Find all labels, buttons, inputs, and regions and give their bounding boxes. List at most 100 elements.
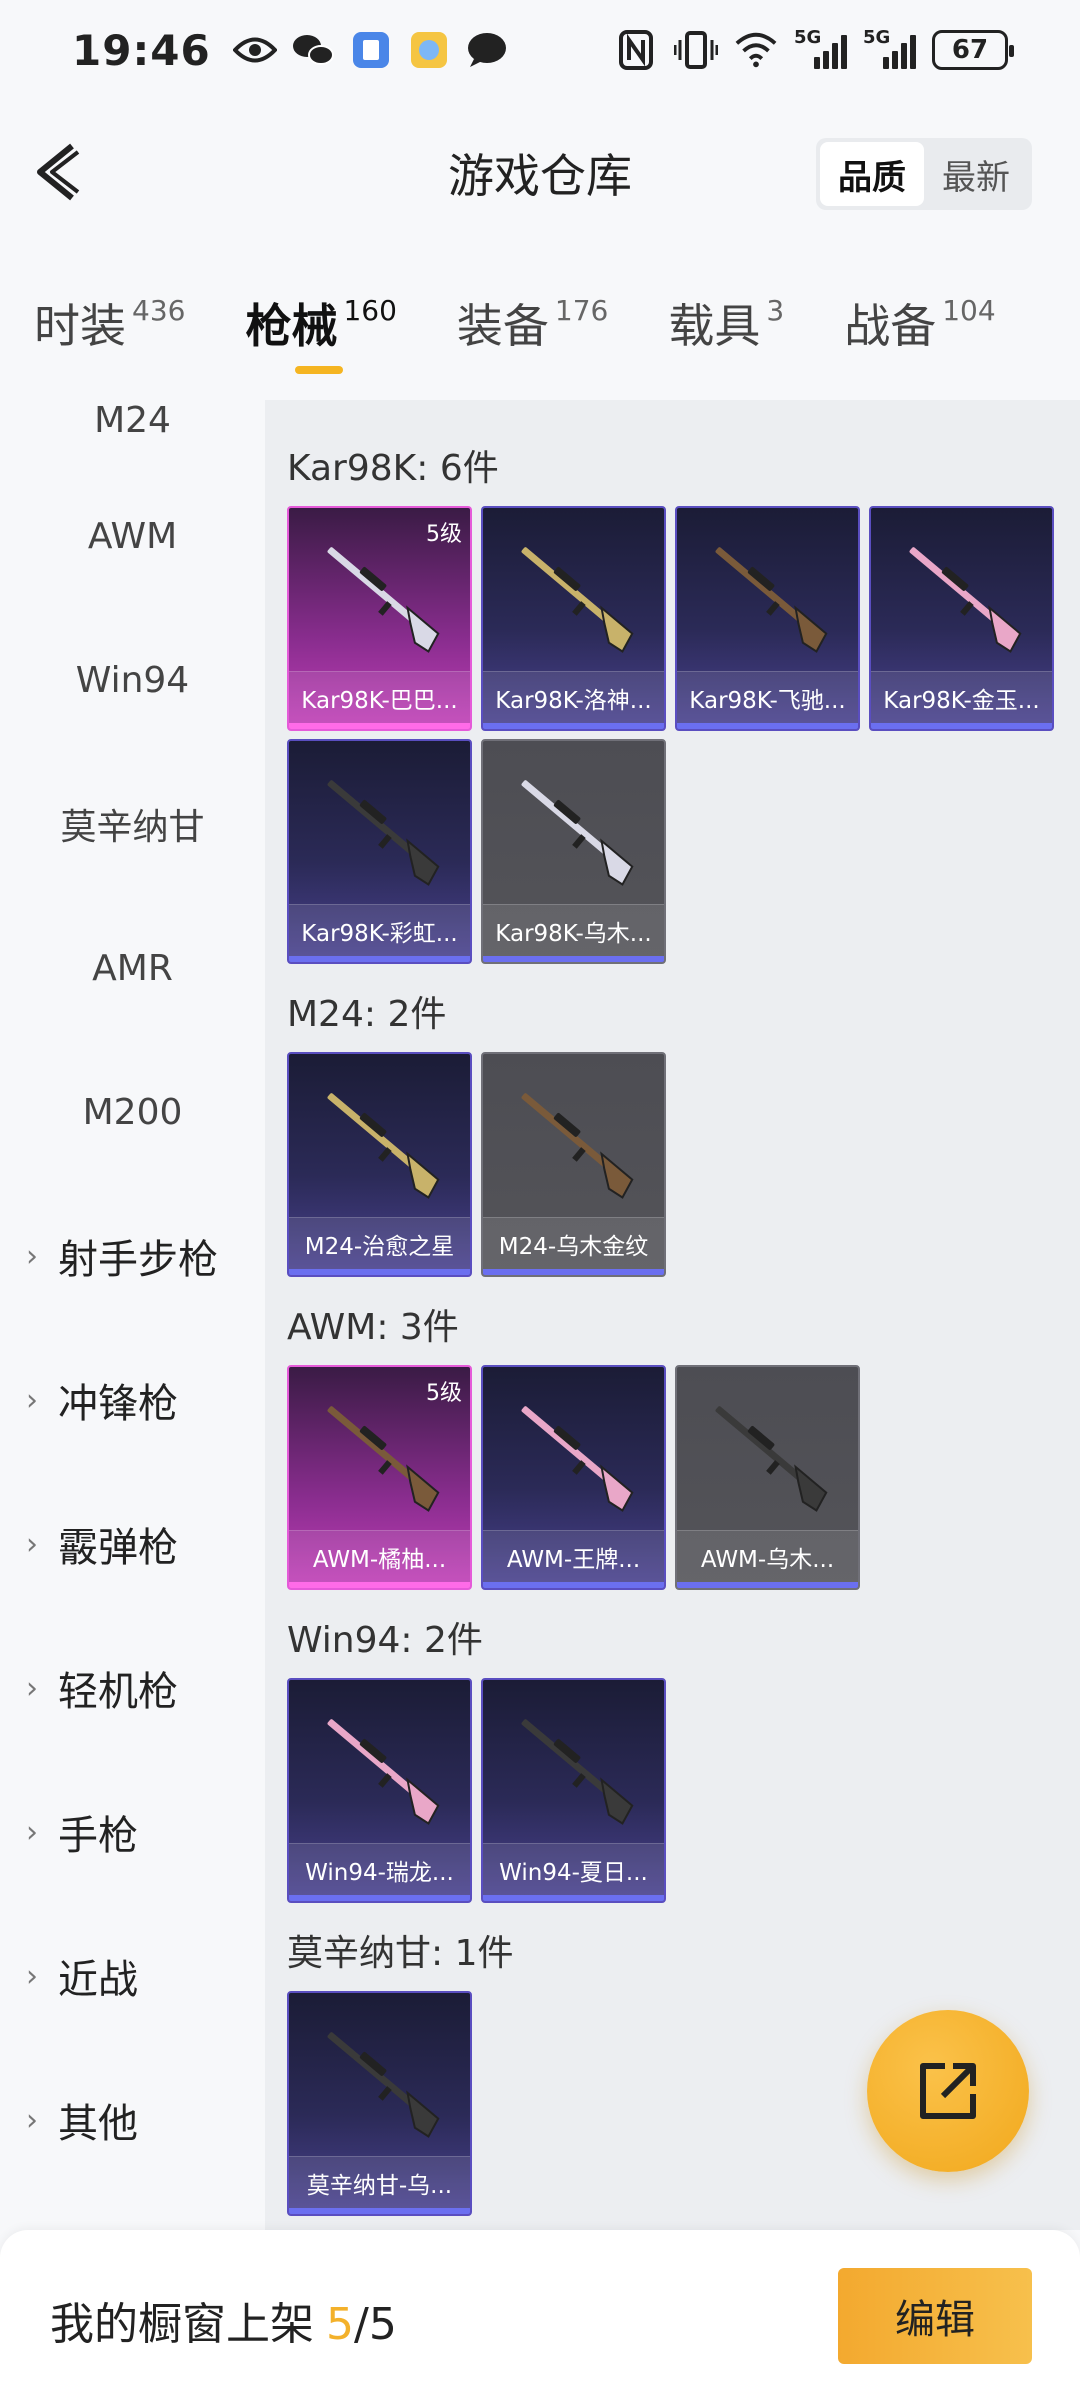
rifle-icon (327, 1093, 440, 1199)
quality-bar (289, 2208, 470, 2214)
quality-bar (483, 1582, 664, 1588)
wifi-icon (734, 28, 778, 72)
tab-count: 104 (942, 294, 996, 327)
rifle-icon (715, 547, 828, 653)
weapon-skin-name: M24-治愈之星 (289, 1217, 470, 1269)
weapon-skin-card[interactable]: Kar98K-洛神... (481, 506, 666, 731)
quality-bar (677, 723, 858, 729)
weapon-sidebar: M24 AWM Win94 莫辛纳甘 AMR M200 › 射手步枪 › 冲锋枪 ›… (0, 400, 265, 2230)
chevron-right-icon: › (26, 1238, 38, 1274)
sidebar-item-awm[interactable]: AWM (0, 464, 265, 608)
tab-label: 载具 (668, 299, 761, 353)
rifle-icon (521, 1406, 634, 1512)
section-title: 莫辛纳甘: 1件 (287, 1933, 514, 1974)
sidebar-group-label: 冲锋枪 (58, 1381, 178, 1427)
share-button[interactable] (867, 2010, 1029, 2172)
quality-bar (483, 723, 664, 729)
weapon-skin-name: Win94-夏日... (483, 1843, 664, 1895)
weapon-skin-name: Kar98K-乌木... (483, 904, 664, 956)
level-badge: 5级 (426, 522, 462, 547)
weapon-skin-card[interactable]: M24-治愈之星 (287, 1052, 472, 1277)
weapon-skin-name: AWM-王牌... (483, 1530, 664, 1582)
app-icon-yellow (407, 28, 451, 72)
weapon-content: Kar98K: 6件 5级 Kar98K-巴巴... Kar98K-洛神... Kar9… (265, 400, 1080, 2230)
sidebar-group-other[interactable]: › 其他 (0, 2048, 265, 2192)
weapon-skin-name: M24-乌木金纹 (483, 1217, 664, 1269)
tab-weapons[interactable]: 枪械 160 (245, 290, 397, 390)
wechat-icon (291, 28, 335, 72)
weapon-skin-card[interactable]: 5级 AWM-橘柚... (287, 1365, 472, 1590)
weapon-skin-card[interactable]: Kar98K-乌木... (481, 739, 666, 964)
edit-button[interactable]: 编辑 (838, 2268, 1032, 2364)
weapon-skin-name: Kar98K-洛神... (483, 671, 664, 723)
weapon-skin-name: AWM-橘柚... (289, 1530, 470, 1582)
weapon-skin-name: 莫辛纳甘-乌... (289, 2156, 470, 2208)
sidebar-item-m24[interactable]: M24 (0, 400, 265, 464)
sidebar-item-amr[interactable]: AMR (0, 896, 265, 1040)
weapon-skin-card[interactable]: AWM-乌木... (675, 1365, 860, 1590)
weapon-skin-card[interactable]: 莫辛纳甘-乌... (287, 1991, 472, 2216)
tab-combat-gear[interactable]: 战备 104 (844, 290, 995, 390)
sidebar-group-dmr[interactable]: › 射手步枪 (0, 1184, 265, 1328)
chevron-right-icon: › (26, 2102, 38, 2138)
tab-count: 160 (343, 294, 397, 327)
rifle-icon (521, 1719, 634, 1825)
sidebar-group-melee[interactable]: › 近战 (0, 1904, 265, 2048)
tab-label: 时装 (34, 299, 126, 353)
tab-vehicles[interactable]: 载具 3 (668, 290, 784, 390)
sidebar-group-shotgun[interactable]: › 霰弹枪 (0, 1472, 265, 1616)
chevron-right-icon: › (26, 1814, 38, 1850)
sidebar-group-lmg[interactable]: › 轻机枪 (0, 1616, 265, 1760)
section-title: M24: 2件 (287, 994, 447, 1035)
shelf-total-count: /5 (354, 2299, 397, 2350)
app-icon-blue (349, 28, 393, 72)
quality-bar (677, 1582, 858, 1588)
section-title: Win94: 2件 (287, 1620, 483, 1661)
sidebar-group-smg[interactable]: › 冲锋枪 (0, 1328, 265, 1472)
signal-icon-1: 5G (794, 27, 847, 69)
battery-icon: 67 (932, 30, 1014, 70)
weapon-skin-card[interactable]: AWM-王牌... (481, 1365, 666, 1590)
sidebar-group-pistol[interactable]: › 手枪 (0, 1760, 265, 1904)
share-icon (920, 2063, 976, 2119)
sidebar-item-m200[interactable]: M200 (0, 1040, 265, 1184)
weapon-skin-card[interactable]: M24-乌木金纹 (481, 1052, 666, 1277)
weapon-skin-name: Kar98K-彩虹... (289, 904, 470, 956)
signal-icon-2: 5G (863, 27, 916, 69)
sidebar-item-mosin[interactable]: 莫辛纳甘 (0, 752, 265, 896)
sort-toggle: 品质 最新 (816, 138, 1032, 210)
tab-label: 枪械 (245, 299, 338, 353)
shelf-label: 我的橱窗上架 (50, 2299, 314, 2350)
sort-newest-option[interactable]: 最新 (924, 142, 1028, 206)
level-badge: 5级 (426, 1381, 462, 1406)
weapon-skin-card[interactable]: Kar98K-飞驰... (675, 506, 860, 731)
eye-icon (232, 28, 277, 72)
quality-bar (289, 956, 470, 962)
weapon-skin-name: Win94-瑞龙... (289, 1843, 470, 1895)
quality-bar (289, 1895, 470, 1901)
weapon-skin-card[interactable]: Kar98K-彩虹... (287, 739, 472, 964)
nfc-icon (614, 28, 658, 72)
weapon-skin-card[interactable]: Kar98K-金玉... (869, 506, 1054, 731)
rifle-icon (521, 547, 634, 653)
sidebar-item-win94[interactable]: Win94 (0, 608, 265, 752)
rifle-icon (327, 1719, 440, 1825)
rifle-icon (521, 780, 634, 886)
sort-quality-option[interactable]: 品质 (820, 142, 924, 206)
status-time: 19:46 (72, 25, 211, 75)
quality-bar (483, 956, 664, 962)
tab-equipment[interactable]: 装备 176 (457, 290, 608, 390)
category-tabs: 时装 436 枪械 160 装备 176 载具 3 战备 104 (0, 290, 1080, 400)
tab-fashion[interactable]: 时装 436 (34, 290, 185, 390)
weapon-skin-card[interactable]: 5级 Kar98K-巴巴... (287, 506, 472, 731)
rifle-icon (327, 780, 440, 886)
weapon-skin-card[interactable]: Win94-夏日... (481, 1678, 666, 1903)
item-grid: 5级 Kar98K-巴巴... Kar98K-洛神... Kar98K-飞驰... Ka… (287, 506, 1077, 964)
rifle-icon (715, 1406, 828, 1512)
tab-count: 176 (554, 294, 609, 327)
weapon-skin-card[interactable]: Win94-瑞龙... (287, 1678, 472, 1903)
weapon-skin-name: AWM-乌木... (677, 1530, 858, 1582)
sidebar-group-label: 近战 (58, 1957, 138, 2003)
shelf-status: 我的橱窗上架 5 /5 (50, 2288, 397, 2352)
chevron-right-icon: › (26, 1958, 38, 1994)
